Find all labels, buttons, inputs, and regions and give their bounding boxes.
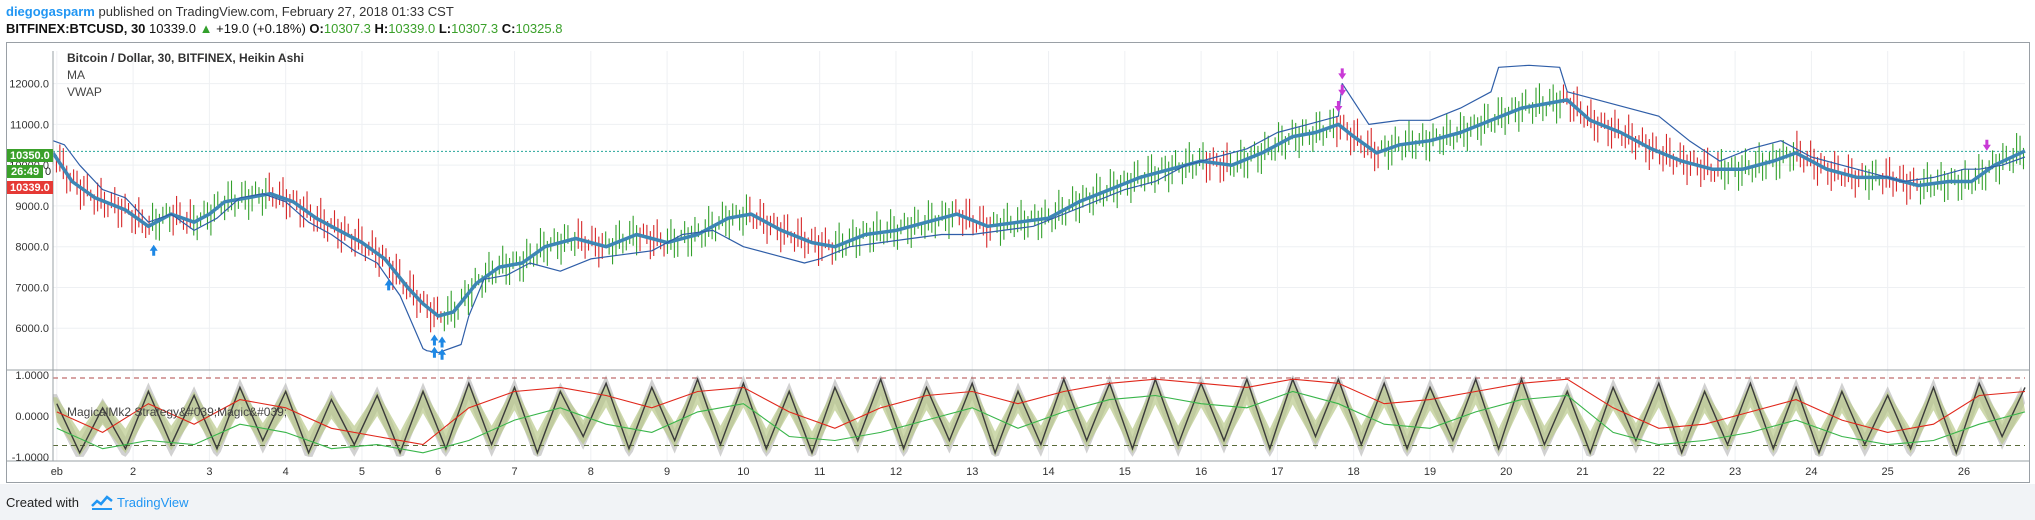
y-tick-label: 6000.0 [15, 323, 49, 335]
sell-arrow-icon [1338, 68, 1347, 80]
x-tick-label: 3 [206, 466, 212, 478]
x-tick-label: 9 [664, 466, 670, 478]
osc-y-tick-label: 1.0000 [15, 370, 49, 382]
grid-lines [53, 51, 2025, 461]
x-tick-label: 25 [1882, 466, 1894, 478]
close-label: C: [501, 21, 516, 36]
buy-arrow-icon [438, 336, 447, 348]
x-tick-label: 7 [511, 466, 517, 478]
x-tick-label: 17 [1271, 466, 1283, 478]
x-tick-label: 24 [1805, 466, 1817, 478]
y-tick-label: 8000.0 [15, 242, 49, 254]
high-label: H: [374, 21, 389, 36]
x-tick-label: 15 [1119, 466, 1131, 478]
tradingview-link[interactable]: TradingView [117, 495, 189, 510]
x-tick-label: 6 [435, 466, 441, 478]
price-tag-upper: 10350.0 [10, 150, 50, 162]
buy-arrow-icon [384, 279, 393, 291]
open-value: 10307.3 [323, 21, 371, 36]
osc-y-tick-label: -1.0000 [12, 452, 49, 464]
close-value: 10325.8 [515, 21, 563, 36]
x-tick-label: 18 [1348, 466, 1360, 478]
footer-bar: Created with TradingView [0, 484, 2035, 520]
buy-arrow-icon [430, 346, 439, 358]
chart-container[interactable]: eb 2 3 4 5 6 7 8 9 10 11 12 13 14 15 16 17 18 19 20 21 22 23 24… [6, 42, 2030, 483]
chart-title: Bitcoin / Dollar, 30, BITFINEX, Heikin A… [67, 51, 304, 65]
publish-info: diegogasparm published on TradingView.co… [6, 4, 454, 19]
x-tick-label: 13 [966, 466, 978, 478]
price-tag-zero: 0 [45, 166, 51, 178]
x-tick-label: 22 [1653, 466, 1665, 478]
x-tick-label: 2 [130, 466, 136, 478]
x-tick-label: 26 [1958, 466, 1970, 478]
x-tick-label: 4 [283, 466, 289, 478]
low-label: L: [438, 21, 452, 36]
trade-signals [149, 68, 1991, 360]
sell-arrow-icon [1982, 139, 1991, 151]
y-tick-label: 12000.0 [9, 79, 49, 91]
created-with-text: Created with [6, 495, 79, 510]
x-tick-label: 19 [1424, 466, 1436, 478]
osc-y-tick-label: 0.0000 [15, 411, 49, 423]
y-tick-label: 11000.0 [10, 119, 49, 131]
symbol-label: BITFINEX:BTCUSD, 30 [6, 21, 146, 36]
y-tick-label: 7000.0 [15, 282, 49, 294]
sell-arrow-icon [1334, 101, 1343, 113]
x-tick-label: 21 [1576, 466, 1588, 478]
ma-line [51, 98, 2026, 318]
open-label: O: [309, 21, 324, 36]
published-text: published on TradingView.com, February 2… [98, 4, 454, 19]
x-tick-label: 10 [737, 466, 749, 478]
author-link[interactable]: diegogasparm [6, 4, 95, 19]
price-tag-timer: 26:49 [11, 166, 39, 178]
price-lines [51, 64, 2026, 354]
x-tick-label: 14 [1042, 466, 1054, 478]
x-tick-label: 8 [588, 466, 594, 478]
legend-ma[interactable]: MA [67, 68, 85, 82]
x-tick-label: 12 [890, 466, 902, 478]
x-tick-label: 23 [1729, 466, 1741, 478]
x-tick-label: 5 [359, 466, 365, 478]
x-tick-label: 20 [1500, 466, 1512, 478]
tradingview-logo-icon[interactable] [91, 493, 113, 511]
buy-arrow-icon [430, 334, 439, 346]
high-value: 10339.0 [388, 21, 436, 36]
chart-svg[interactable]: eb 2 3 4 5 6 7 8 9 10 11 12 13 14 15 16 17 18 19 20 21 22 23 24… [7, 43, 2029, 482]
price-change: +19.0 (+0.18%) [216, 21, 306, 36]
oscillator-pane [53, 375, 2026, 457]
legend-indicator[interactable]: MagicalMk2 Strategy&#039;Magic&#039; [67, 405, 287, 419]
vwap-line [52, 64, 2026, 354]
low-value: 10307.3 [451, 21, 499, 36]
axes: eb 2 3 4 5 6 7 8 9 10 11 12 13 14 15 16 17 18 19 20 21 22 23 24… [7, 51, 2029, 478]
up-triangle-icon: ▲ [199, 21, 213, 36]
x-tick-label: 16 [1195, 466, 1207, 478]
x-tick-label: eb [51, 466, 63, 478]
heikin-ashi-candles [52, 83, 2025, 333]
symbol-info: BITFINEX:BTCUSD, 30 10339.0 ▲ +19.0 (+0.… [6, 21, 562, 36]
sell-arrow-icon [1338, 84, 1347, 96]
last-price: 10339.0 [149, 21, 197, 36]
legend-vwap[interactable]: VWAP [67, 85, 102, 99]
price-tag-lower: 10339.0 [10, 182, 50, 194]
x-tick-label: 11 [814, 466, 825, 478]
y-tick-label: 9000.0 [15, 201, 49, 213]
